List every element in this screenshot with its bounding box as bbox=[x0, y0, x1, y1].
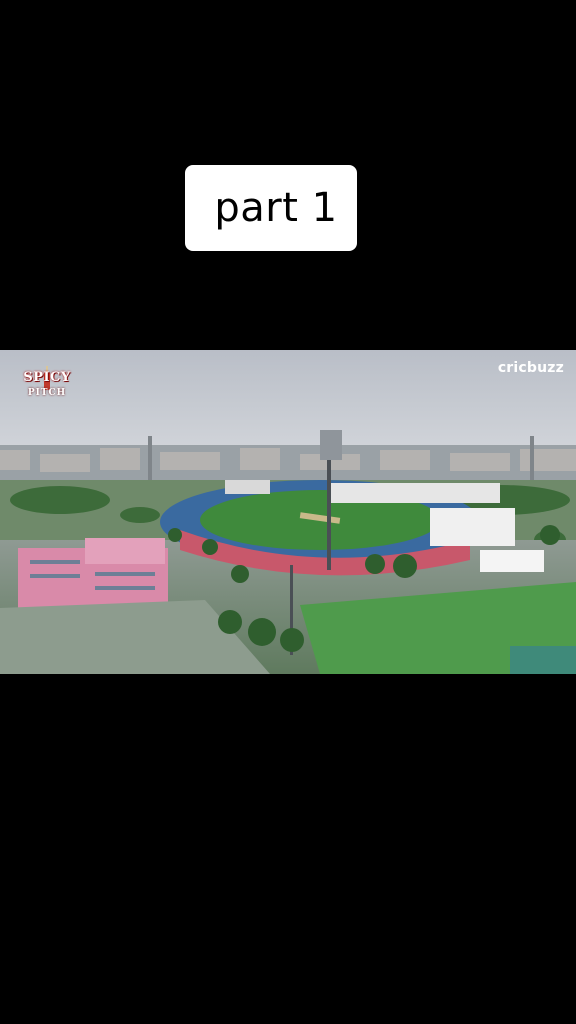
caption-label: part 1 bbox=[185, 165, 357, 251]
caption-text: part 1 bbox=[214, 185, 338, 231]
logo-line1: SPICY bbox=[23, 370, 71, 385]
spicy-pitch-logo: SPICY PITCH bbox=[16, 366, 78, 410]
stadium-aerial-image bbox=[0, 350, 576, 674]
logo-line2: PITCH bbox=[27, 388, 67, 398]
cricbuzz-logo: cricbuzz bbox=[497, 360, 564, 376]
video-frame[interactable]: SPICY PITCH cricbuzz bbox=[0, 350, 576, 674]
